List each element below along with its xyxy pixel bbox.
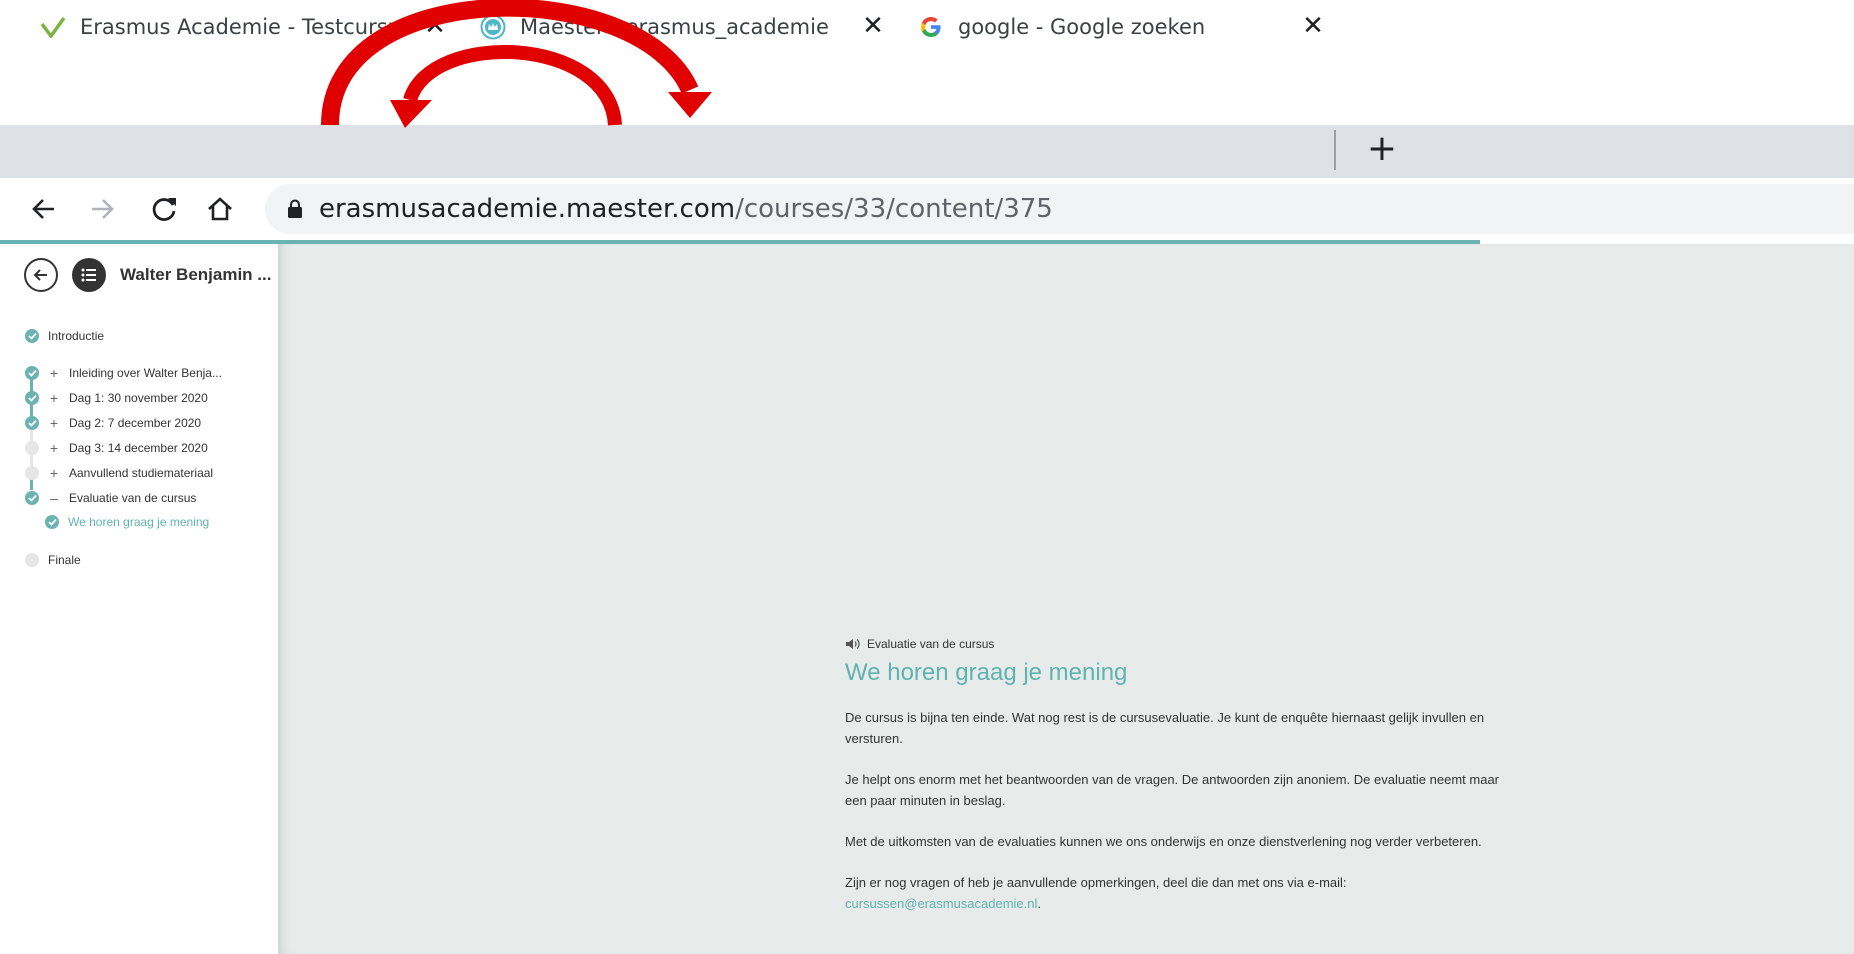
google-g-icon bbox=[918, 14, 944, 40]
check-icon bbox=[25, 491, 39, 505]
sidebar-item-label: Dag 3: 14 december 2020 bbox=[69, 441, 208, 455]
email-suffix: . bbox=[1037, 896, 1042, 911]
collapse-icon[interactable]: – bbox=[48, 490, 60, 506]
expand-icon[interactable]: + bbox=[48, 465, 60, 481]
address-bar[interactable]: erasmusacademie.maester.com /courses/33/… bbox=[265, 184, 1854, 234]
maester-crown-icon bbox=[480, 14, 506, 40]
expand-icon[interactable]: + bbox=[48, 440, 60, 456]
back-icon[interactable] bbox=[24, 189, 64, 229]
course-sidebar: Walter Benjamin ... Introductie + Inleid… bbox=[0, 244, 278, 954]
close-icon[interactable]: ✕ bbox=[1300, 11, 1326, 41]
check-icon bbox=[25, 391, 39, 405]
sidebar-item-label: Dag 1: 30 november 2020 bbox=[69, 391, 208, 405]
breadcrumb-label: Evaluatie van de cursus bbox=[867, 637, 995, 651]
lesson-content: Evaluatie van de cursus We horen graag j… bbox=[845, 637, 1505, 914]
browser-toolbar: erasmusacademie.maester.com /courses/33/… bbox=[0, 178, 1854, 240]
sidebar-item-label: Finale bbox=[48, 553, 81, 567]
back-arrow-icon[interactable] bbox=[24, 258, 58, 292]
list-icon[interactable] bbox=[72, 258, 106, 292]
page-title: We horen graag je mening bbox=[845, 659, 1128, 686]
tab-title: Erasmus Academie - Testcursus bbox=[80, 14, 412, 39]
close-icon[interactable]: ✕ bbox=[860, 11, 886, 41]
paragraph-contact: Zijn er nog vragen of heb je aanvullende… bbox=[845, 872, 1505, 914]
tab-erasmus-academie[interactable]: Erasmus Academie - Testcursus ✕ bbox=[40, 0, 460, 53]
expand-icon[interactable]: + bbox=[48, 365, 60, 381]
tab-title: Maester - erasmus_academie bbox=[520, 14, 829, 39]
tab-maester[interactable]: Maester - erasmus_academie ✕ bbox=[460, 0, 898, 53]
sidebar-item-label: Aanvullend studiemateriaal bbox=[69, 466, 214, 480]
tab-title: google - Google zoeken bbox=[958, 14, 1206, 39]
speaker-icon[interactable] bbox=[845, 638, 861, 650]
tab-divider bbox=[1334, 130, 1336, 170]
expand-icon[interactable]: + bbox=[48, 415, 60, 431]
sidebar-item-evaluatie[interactable]: – Evaluatie van de cursus bbox=[25, 490, 196, 506]
reload-icon[interactable] bbox=[144, 189, 184, 229]
sidebar-item-label: Inleiding over Walter Benja... bbox=[69, 366, 222, 380]
home-icon[interactable] bbox=[200, 189, 240, 229]
sidebar-item-introductie[interactable]: Introductie bbox=[25, 329, 104, 343]
new-tab-button[interactable]: + bbox=[1362, 128, 1402, 169]
course-title: Walter Benjamin ... bbox=[120, 265, 272, 284]
sidebar-item-label: Introductie bbox=[48, 329, 105, 343]
paragraph-text: Zijn er nog vragen of heb je aanvullende… bbox=[845, 875, 1347, 890]
erasmus-checkmark-icon bbox=[40, 14, 66, 40]
check-icon bbox=[45, 515, 59, 529]
sidebar-header: Walter Benjamin ... bbox=[24, 258, 271, 292]
sidebar-item-label: Dag 2: 7 december 2020 bbox=[69, 416, 202, 430]
url-path: /courses/33/content/375 bbox=[735, 194, 1053, 224]
check-icon bbox=[25, 416, 39, 430]
paragraph: Met de uitkomsten van de evaluaties kunn… bbox=[845, 834, 1482, 849]
forward-icon[interactable] bbox=[82, 189, 122, 229]
lock-icon bbox=[287, 199, 303, 219]
sidebar-item-aanvullend[interactable]: + Aanvullend studiemateriaal bbox=[25, 465, 213, 481]
sidebar-item-dag3[interactable]: + Dag 3: 14 december 2020 bbox=[25, 440, 208, 456]
check-icon bbox=[25, 366, 39, 380]
status-dot bbox=[25, 553, 39, 567]
paragraph: Je helpt ons enorm met het beantwoorden … bbox=[845, 772, 1499, 808]
close-icon[interactable]: ✕ bbox=[422, 11, 448, 41]
sidebar-item-label: We horen graag je mening bbox=[68, 515, 210, 529]
breadcrumb: Evaluatie van de cursus bbox=[845, 637, 1505, 651]
sidebar-item-inleiding[interactable]: + Inleiding over Walter Benja... bbox=[25, 365, 222, 381]
tab-google[interactable]: google - Google zoeken ✕ bbox=[918, 0, 1338, 53]
email-link[interactable]: cursussen@erasmusacademie.nl bbox=[845, 896, 1037, 911]
status-dot bbox=[25, 466, 39, 480]
sidebar-item-label: Evaluatie van de cursus bbox=[69, 491, 197, 505]
sidebar-item-finale[interactable]: Finale bbox=[25, 553, 81, 567]
status-dot bbox=[25, 441, 39, 455]
sidebar-item-dag1[interactable]: + Dag 1: 30 november 2020 bbox=[25, 390, 208, 406]
tab-strip bbox=[0, 125, 1854, 178]
content-area: Evaluatie van de cursus We horen graag j… bbox=[278, 244, 1854, 954]
sidebar-item-current[interactable]: We horen graag je mening bbox=[45, 515, 209, 529]
check-icon bbox=[25, 329, 39, 343]
sidebar-item-dag2[interactable]: + Dag 2: 7 december 2020 bbox=[25, 415, 201, 431]
url-host: erasmusacademie.maester.com bbox=[319, 194, 736, 224]
expand-icon[interactable]: + bbox=[48, 390, 60, 406]
paragraph: De cursus is bijna ten einde. Wat nog re… bbox=[845, 710, 1485, 746]
